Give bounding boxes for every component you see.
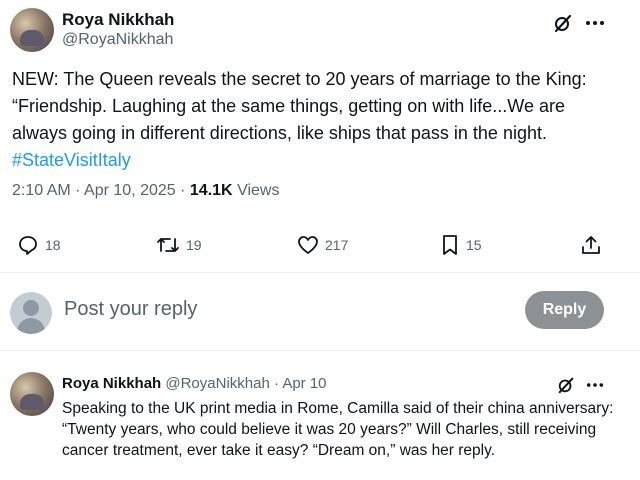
bookmark-action[interactable]: 15 — [440, 234, 482, 256]
reply-author-avatar[interactable] — [10, 372, 54, 416]
tweet-time[interactable]: 2:10 AM — [12, 182, 71, 199]
reply-action[interactable]: 18 — [17, 234, 61, 256]
author-avatar[interactable] — [10, 8, 54, 52]
share-action[interactable] — [580, 234, 602, 256]
reply-date[interactable]: Apr 10 — [282, 375, 326, 392]
reply-author-handle[interactable]: @RoyaNikkhah — [165, 375, 269, 392]
reply-button[interactable]: Reply — [525, 291, 604, 329]
bookmark-icon — [443, 235, 457, 255]
hashtag-link[interactable]: #StateVisitItaly — [12, 150, 131, 170]
reply-count: 18 — [45, 237, 61, 253]
reply-input[interactable]: Post your reply — [64, 298, 197, 321]
author-handle[interactable]: @RoyaNikkhah — [62, 31, 173, 49]
divider — [0, 350, 640, 351]
reply-icon — [19, 236, 37, 255]
more-icon[interactable] — [584, 12, 606, 34]
tweet-body: NEW: The Queen reveals the secret to 20 … — [12, 69, 587, 143]
repost-icon — [157, 238, 179, 252]
tweet-date[interactable]: Apr 10, 2025 — [84, 182, 176, 199]
grok-icon[interactable] — [556, 375, 576, 395]
divider — [0, 272, 640, 273]
meta-separator: · — [180, 182, 186, 199]
reply-author-name[interactable]: Roya Nikkhah — [62, 375, 161, 392]
share-icon — [582, 236, 600, 254]
bookmark-count: 15 — [466, 237, 482, 253]
more-icon[interactable] — [585, 376, 605, 394]
grok-icon[interactable] — [552, 12, 574, 34]
like-action[interactable]: 217 — [297, 234, 348, 256]
author-name[interactable]: Roya Nikkhah — [62, 10, 174, 30]
tweet-meta: 2:10 AM · Apr 10, 2025 · 14.1K Views — [12, 182, 279, 200]
current-user-avatar — [10, 292, 52, 334]
meta-separator: · — [75, 182, 81, 199]
heart-icon — [298, 236, 318, 254]
reply-header: Roya Nikkhah @RoyaNikkhah · Apr 10 — [62, 375, 327, 392]
tweet-text: NEW: The Queen reveals the secret to 20 … — [12, 66, 624, 174]
views-count: 14.1K — [189, 182, 233, 199]
like-count: 217 — [325, 237, 349, 253]
reply-text: Speaking to the UK print media in Rome, … — [62, 400, 614, 459]
views-label: Views — [237, 182, 280, 199]
repost-action[interactable]: 19 — [156, 234, 202, 256]
meta-separator: · — [273, 375, 279, 392]
repost-count: 19 — [186, 237, 202, 253]
